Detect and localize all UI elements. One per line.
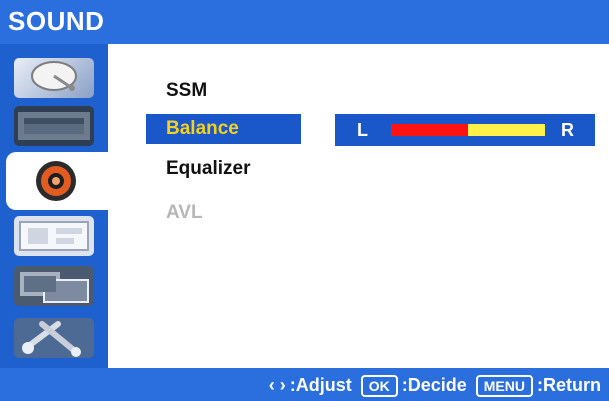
sidebar-item-screen[interactable] bbox=[10, 102, 100, 150]
footer-return-text: :Return bbox=[537, 375, 601, 395]
sidebar-item-sound[interactable] bbox=[6, 152, 108, 210]
menu-item-balance[interactable]: Balance bbox=[146, 114, 301, 144]
sidebar-item-features[interactable] bbox=[10, 262, 100, 310]
balance-right-label: R bbox=[561, 120, 574, 140]
balance-control[interactable]: L R bbox=[335, 114, 595, 146]
menu-item-avl: AVL bbox=[166, 202, 203, 223]
balance-left-label: L bbox=[357, 120, 368, 140]
balance-slider-track[interactable] bbox=[391, 124, 545, 136]
balance-right-fill bbox=[468, 124, 545, 136]
sidebar-item-picture[interactable] bbox=[10, 54, 100, 102]
balance-left-fill bbox=[391, 124, 468, 136]
menu-item-equalizer[interactable]: Equalizer bbox=[166, 154, 250, 184]
title-bar: SOUND bbox=[0, 0, 609, 44]
satellite-dish-icon bbox=[14, 58, 94, 98]
multi-screen-icon bbox=[14, 266, 94, 306]
menu-key: MENU bbox=[475, 375, 533, 398]
sidebar-item-tools[interactable] bbox=[10, 314, 100, 362]
menu-item-ssm[interactable]: SSM bbox=[166, 76, 207, 106]
sidebar-item-setup[interactable] bbox=[10, 212, 100, 260]
menu-title: SOUND bbox=[8, 6, 105, 36]
tv-image-icon bbox=[14, 106, 94, 146]
settings-panel-icon bbox=[14, 216, 94, 256]
speaker-icon bbox=[24, 160, 88, 202]
footer-hints: ‹ ›:Adjust OK:Decide MENU:Return bbox=[268, 374, 601, 398]
tools-icon bbox=[14, 318, 94, 358]
footer-decide-text: :Decide bbox=[401, 375, 467, 395]
ok-key: OK bbox=[360, 375, 398, 398]
osd-frame: SOUND SSM Balance Equalizer AVL L R ‹ › … bbox=[0, 0, 609, 401]
sidebar bbox=[0, 44, 108, 368]
footer-adjust-text: :Adjust bbox=[289, 375, 352, 395]
left-right-arrows-icon: ‹ › bbox=[268, 375, 286, 395]
hint-bar: ‹ ›:Adjust OK:Decide MENU:Return bbox=[0, 368, 609, 401]
